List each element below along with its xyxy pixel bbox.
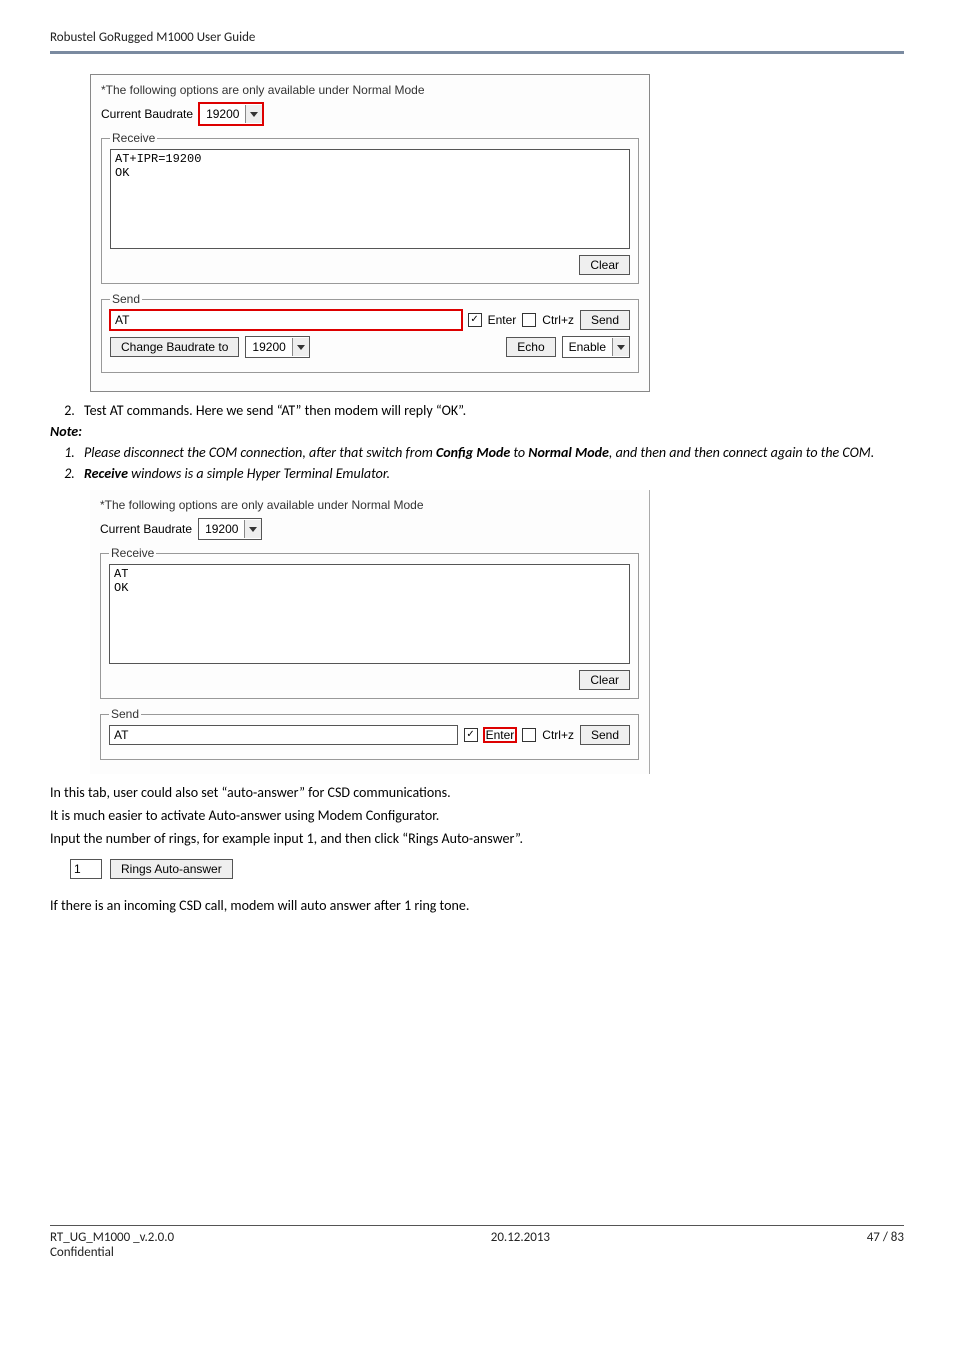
panel-note: *The following options are only availabl… (101, 83, 639, 97)
paragraph-easier: It is much easier to activate Auto-answe… (50, 807, 904, 826)
echo-button[interactable]: Echo (506, 337, 555, 357)
panel-note: *The following options are only availabl… (100, 498, 639, 512)
note1-part-c: to (510, 444, 528, 461)
footer-left: RT_UG_M1000 _v.2.0.0 (50, 1230, 174, 1245)
footer-center: 20.12.2013 (491, 1230, 550, 1245)
chevron-down-icon (612, 338, 629, 356)
send-legend: Send (110, 292, 142, 306)
current-baudrate-value: 19200 (199, 522, 244, 536)
chevron-down-icon (292, 338, 309, 356)
change-baudrate-value: 19200 (246, 340, 291, 354)
note-item-1: Please disconnect the COM connection, af… (78, 444, 904, 461)
send-legend: Send (109, 707, 141, 721)
ctrlz-checkbox[interactable] (522, 728, 536, 742)
note-item-2: Receive windows is a simple Hyper Termin… (78, 465, 904, 482)
current-baudrate-label: Current Baudrate (100, 522, 192, 536)
echo-select[interactable]: Enable (562, 336, 630, 358)
receive-textarea[interactable]: AT OK (109, 564, 630, 664)
note1-bold-config: Config Mode (436, 444, 510, 461)
enter-checkbox[interactable] (468, 313, 482, 327)
echo-select-value: Enable (563, 340, 612, 354)
send-group: Send Enter Ctrl+z Send Change Baudrate t… (101, 292, 639, 373)
rings-auto-answer-button[interactable]: Rings Auto-answer (110, 859, 233, 879)
receive-legend: Receive (109, 546, 156, 560)
step-2-text: Test AT commands. Here we send “AT” then… (78, 402, 904, 419)
page-header: Robustel GoRugged M1000 User Guide (50, 30, 904, 54)
receive-textarea[interactable]: AT+IPR=19200 OK (110, 149, 630, 249)
current-baudrate-select[interactable]: 19200 (198, 518, 262, 540)
ctrlz-label: Ctrl+z (542, 728, 574, 742)
ctrlz-label: Ctrl+z (542, 313, 574, 327)
change-baudrate-select[interactable]: 19200 (245, 336, 309, 358)
footer-right: 47 / 83 (867, 1230, 904, 1245)
receive-legend: Receive (110, 131, 157, 145)
current-baudrate-label: Current Baudrate (101, 107, 193, 121)
normal-mode-panel-2: *The following options are only availabl… (90, 490, 650, 774)
chevron-down-icon (245, 105, 262, 123)
footer-confidential: Confidential (50, 1245, 904, 1260)
clear-button[interactable]: Clear (579, 670, 630, 690)
current-baudrate-value: 19200 (200, 107, 245, 121)
enter-label: Enter (484, 728, 517, 742)
paragraph-incoming-csd: If there is an incoming CSD call, modem … (50, 897, 904, 916)
note2-bold: Receive (84, 465, 128, 482)
send-input[interactable] (110, 310, 462, 330)
send-button[interactable]: Send (580, 310, 630, 330)
send-group: Send Enter Ctrl+z Send (100, 707, 639, 760)
ctrlz-checkbox[interactable] (522, 313, 536, 327)
send-button[interactable]: Send (580, 725, 630, 745)
receive-group: Receive AT+IPR=19200 OK Clear (101, 131, 639, 284)
note1-part-a: Please disconnect the COM connection, af… (84, 444, 436, 461)
receive-group: Receive AT OK Clear (100, 546, 639, 699)
rings-count-input[interactable] (70, 859, 102, 879)
note1-bold-normal: Normal Mode (528, 444, 609, 461)
send-input[interactable] (109, 725, 458, 745)
note-heading: Note: (50, 423, 904, 440)
normal-mode-panel-1: *The following options are only availabl… (90, 74, 650, 392)
note1-part-e: , and then and then connect again to the… (609, 444, 874, 461)
paragraph-input-rings: Input the number of rings, for example i… (50, 830, 904, 849)
current-baudrate-select[interactable]: 19200 (199, 103, 263, 125)
page-footer: RT_UG_M1000 _v.2.0.0 20.12.2013 47 / 83 … (50, 1225, 904, 1260)
paragraph-auto-answer: In this tab, user could also set “auto-a… (50, 784, 904, 803)
clear-button[interactable]: Clear (579, 255, 630, 275)
change-baudrate-button[interactable]: Change Baudrate to (110, 337, 239, 357)
enter-checkbox[interactable] (464, 728, 478, 742)
note2-rest: windows is a simple Hyper Terminal Emula… (128, 465, 390, 482)
enter-label: Enter (488, 313, 517, 327)
chevron-down-icon (244, 520, 261, 538)
